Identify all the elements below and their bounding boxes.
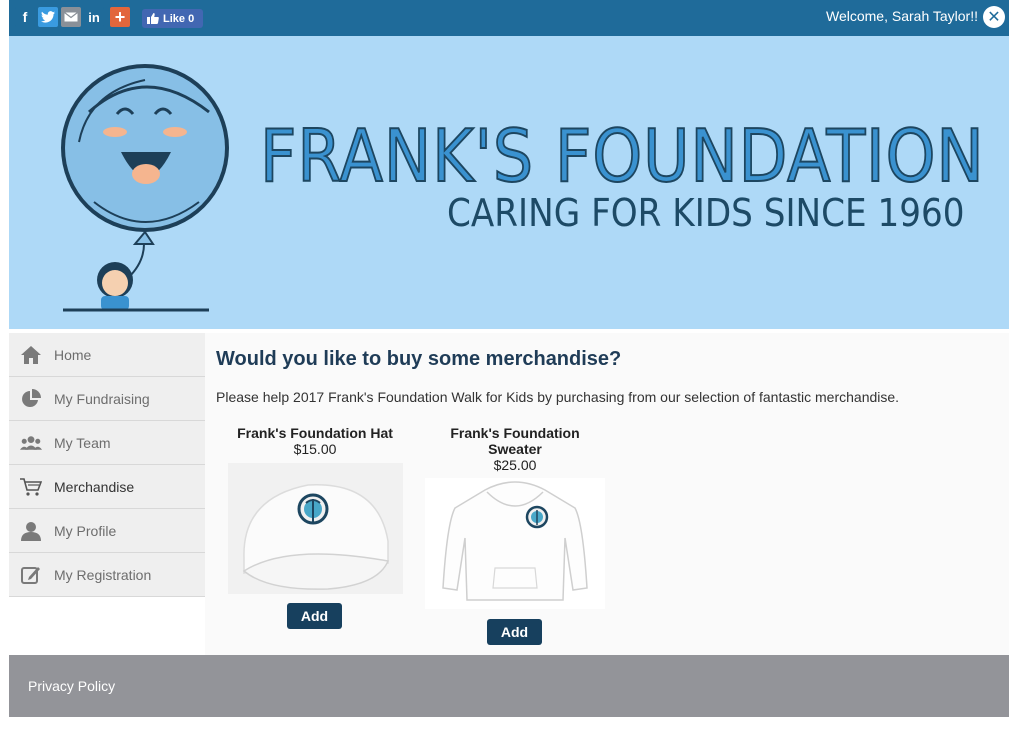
sidebar-item-label: My Fundraising [54,390,150,407]
foundation-tagline: CARING FOR KIDS SINCE 1960 [447,191,965,235]
sidebar-item-label: Home [54,346,92,363]
cart-icon [20,476,42,498]
linkedin-share-icon[interactable]: in [84,7,104,27]
footer: Privacy Policy [9,655,1009,717]
product-name: Frank's Foundation Hat [237,425,393,441]
sidebar-item-my-team[interactable]: My Team [9,421,205,465]
email-share-icon[interactable] [61,7,81,27]
product-name-line-2: Sweater [488,441,542,457]
pie-chart-icon [20,388,42,410]
like-count: Like 0 [163,12,195,25]
edit-icon [20,564,42,586]
privacy-policy-link[interactable]: Privacy Policy [28,678,115,694]
hat-image[interactable] [228,463,403,594]
page: f in + Like 0 Welcome, Sarah Taylor!! ✕ [9,0,1009,717]
balloon-logo [61,64,229,312]
product-card-sweater: Frank's Foundation Sweater $25.00 [425,425,605,473]
sidebar-item-label: Merchandise [54,478,135,495]
sidebar-item-label: My Team [54,434,111,451]
sidebar-item-home[interactable]: Home [9,333,205,377]
product-name-line-1: Frank's Foundation [450,425,580,441]
person-icon [20,520,42,542]
add-hat-button[interactable]: Add [287,603,342,629]
home-icon [20,344,42,366]
sidebar-item-my-profile[interactable]: My Profile [9,509,205,553]
header-banner: FRANK'S FOUNDATION CARING FOR KIDS SINCE… [9,36,1009,329]
sidebar-item-my-fundraising[interactable]: My Fundraising [9,377,205,421]
welcome-text: Welcome, Sarah Taylor!! [826,8,978,24]
facebook-like-button[interactable]: Like 0 [142,9,203,28]
thumbs-up-icon [147,13,159,24]
merchandise-content: Would you like to buy some merchandise? … [205,333,1009,655]
facebook-share-icon[interactable]: f [15,7,35,27]
product-price: $25.00 [493,457,537,473]
sweater-image[interactable] [425,478,605,609]
sidebar-item-label: My Registration [54,566,152,583]
page-title: Would you like to buy some merchandise? [216,348,622,370]
top-bar: f in + Like 0 Welcome, Sarah Taylor!! ✕ [9,0,1009,36]
sidebar-item-my-registration[interactable]: My Registration [9,553,205,597]
team-icon [20,432,42,454]
intro-text: Please help 2017 Frank's Foundation Walk… [216,389,900,405]
sidebar-nav: Home My Fundraising My Team Merchandise … [9,333,205,597]
close-icon[interactable]: ✕ [983,6,1005,28]
sidebar-item-merchandise[interactable]: Merchandise [9,465,205,509]
more-share-icon[interactable]: + [110,7,130,27]
sidebar-item-label: My Profile [54,522,117,539]
add-sweater-button[interactable]: Add [487,619,542,645]
product-card-hat: Frank's Foundation Hat $15.00 [225,425,405,457]
twitter-share-icon[interactable] [38,7,58,27]
foundation-title: FRANK'S FOUNDATION [259,113,985,199]
product-price: $15.00 [293,441,337,457]
